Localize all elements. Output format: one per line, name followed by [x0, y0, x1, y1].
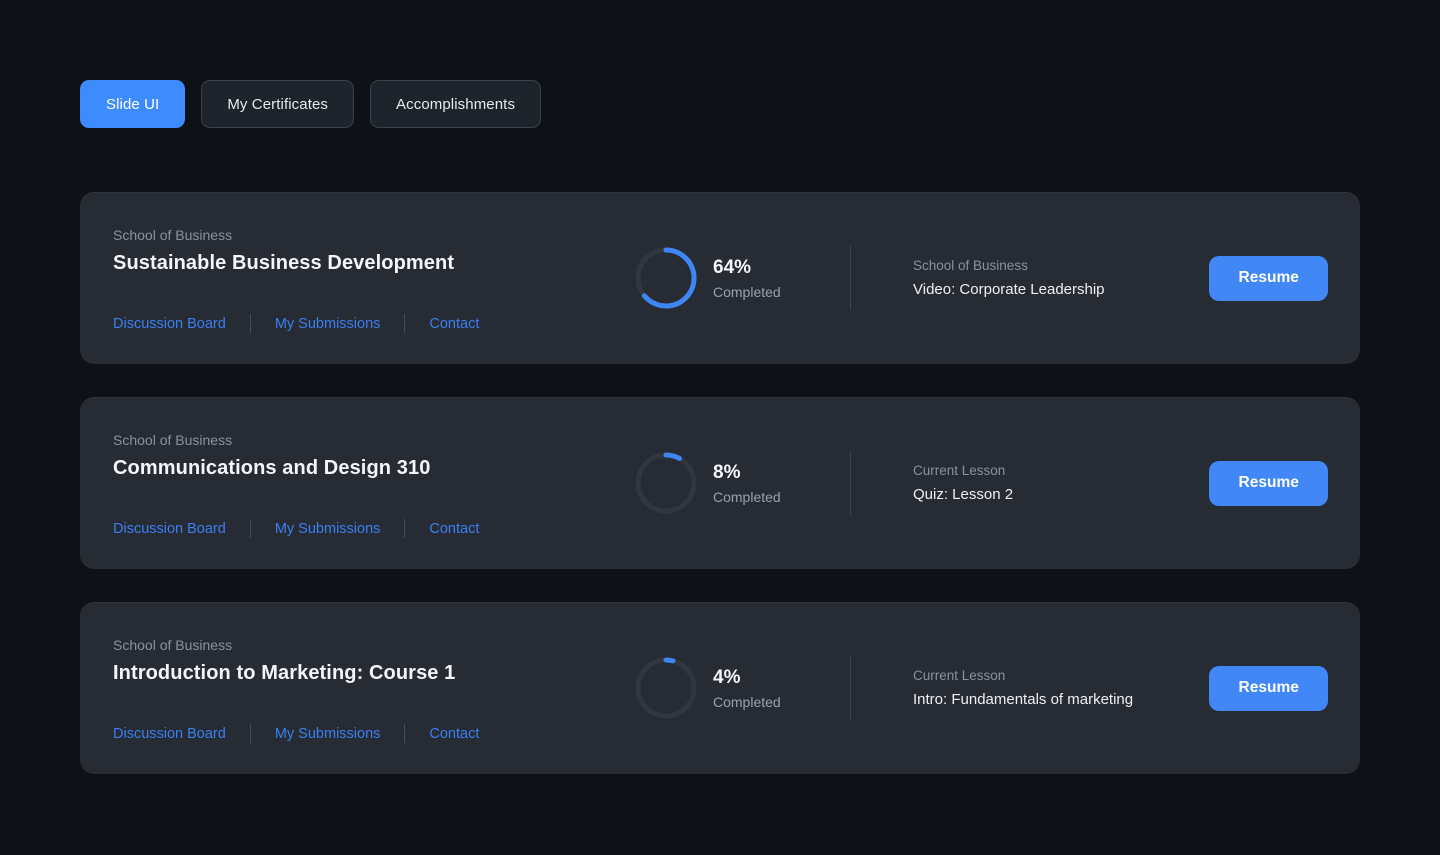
link-separator [404, 314, 406, 333]
course-school-label: School of Business [113, 432, 233, 448]
progress-text: 64% Completed [713, 257, 781, 300]
progress-ring-icon [635, 452, 697, 514]
progress-ring-icon [635, 247, 697, 309]
progress-group: 64% Completed [633, 245, 850, 311]
course-school-label: School of Business [113, 227, 233, 243]
resume-button[interactable]: Resume [1209, 460, 1328, 506]
my-submissions-link[interactable]: My Submissions [275, 726, 381, 742]
lesson-label: Current Lesson [913, 463, 1006, 478]
discussion-board-link[interactable]: Discussion Board [113, 316, 226, 332]
link-separator [404, 724, 406, 743]
course-info: School of Business Sustainable Business … [113, 192, 633, 364]
course-card-list: School of Business Sustainable Business … [80, 192, 1360, 774]
course-links: Discussion Board My Submissions Contact [113, 314, 633, 333]
completed-label: Completed [713, 488, 781, 505]
current-lesson-info: School of Business Video: Corporate Lead… [913, 258, 1209, 298]
link-separator [249, 314, 251, 333]
lesson-title: Video: Corporate Leadership [913, 281, 1105, 298]
completed-label: Completed [713, 283, 781, 300]
course-title: Sustainable Business Development [113, 252, 455, 274]
resume-button[interactable]: Resume [1209, 665, 1328, 711]
my-submissions-link[interactable]: My Submissions [275, 316, 381, 332]
progress-group: 4% Completed [633, 655, 850, 721]
tab-my-certificates[interactable]: My Certificates [201, 80, 355, 128]
progress-percent: 4% [713, 666, 741, 688]
completed-label: Completed [713, 693, 781, 710]
lesson-label: School of Business [913, 258, 1028, 273]
lesson-label: Current Lesson [913, 668, 1006, 683]
progress-ring-icon [635, 657, 697, 719]
course-title: Communications and Design 310 [113, 457, 431, 479]
link-separator [249, 724, 251, 743]
course-info: School of Business Introduction to Marke… [113, 602, 633, 774]
progress-percent: 64% [713, 256, 752, 278]
course-card: School of Business Sustainable Business … [80, 192, 1360, 364]
contact-link[interactable]: Contact [429, 726, 479, 742]
my-submissions-link[interactable]: My Submissions [275, 521, 381, 537]
discussion-board-link[interactable]: Discussion Board [113, 521, 226, 537]
vertical-divider [850, 451, 851, 515]
vertical-divider [850, 246, 851, 310]
course-links: Discussion Board My Submissions Contact [113, 519, 633, 538]
current-lesson-info: Current Lesson Quiz: Lesson 2 [913, 463, 1209, 503]
progress-text: 8% Completed [713, 462, 781, 505]
progress-percent: 8% [713, 461, 741, 483]
contact-link[interactable]: Contact [429, 316, 479, 332]
current-lesson-info: Current Lesson Intro: Fundamentals of ma… [913, 668, 1209, 708]
resume-button[interactable]: Resume [1209, 255, 1328, 301]
lesson-title: Quiz: Lesson 2 [913, 486, 1014, 503]
contact-link[interactable]: Contact [429, 521, 479, 537]
course-title: Introduction to Marketing: Course 1 [113, 662, 456, 684]
dashboard-page: Slide UI My Certificates Accomplishments… [0, 0, 1440, 774]
discussion-board-link[interactable]: Discussion Board [113, 726, 226, 742]
lesson-title: Intro: Fundamentals of marketing [913, 691, 1134, 708]
link-separator [404, 519, 406, 538]
course-links: Discussion Board My Submissions Contact [113, 724, 633, 743]
course-school-label: School of Business [113, 637, 233, 653]
progress-group: 8% Completed [633, 450, 850, 516]
course-card: School of Business Introduction to Marke… [80, 602, 1360, 774]
top-tab-bar: Slide UI My Certificates Accomplishments [80, 80, 1360, 128]
course-card: School of Business Communications and De… [80, 397, 1360, 569]
tab-slide-ui[interactable]: Slide UI [80, 80, 186, 128]
link-separator [249, 519, 251, 538]
course-info: School of Business Communications and De… [113, 397, 633, 569]
vertical-divider [850, 656, 851, 720]
tab-accomplishments[interactable]: Accomplishments [370, 80, 542, 128]
progress-text: 4% Completed [713, 667, 781, 710]
